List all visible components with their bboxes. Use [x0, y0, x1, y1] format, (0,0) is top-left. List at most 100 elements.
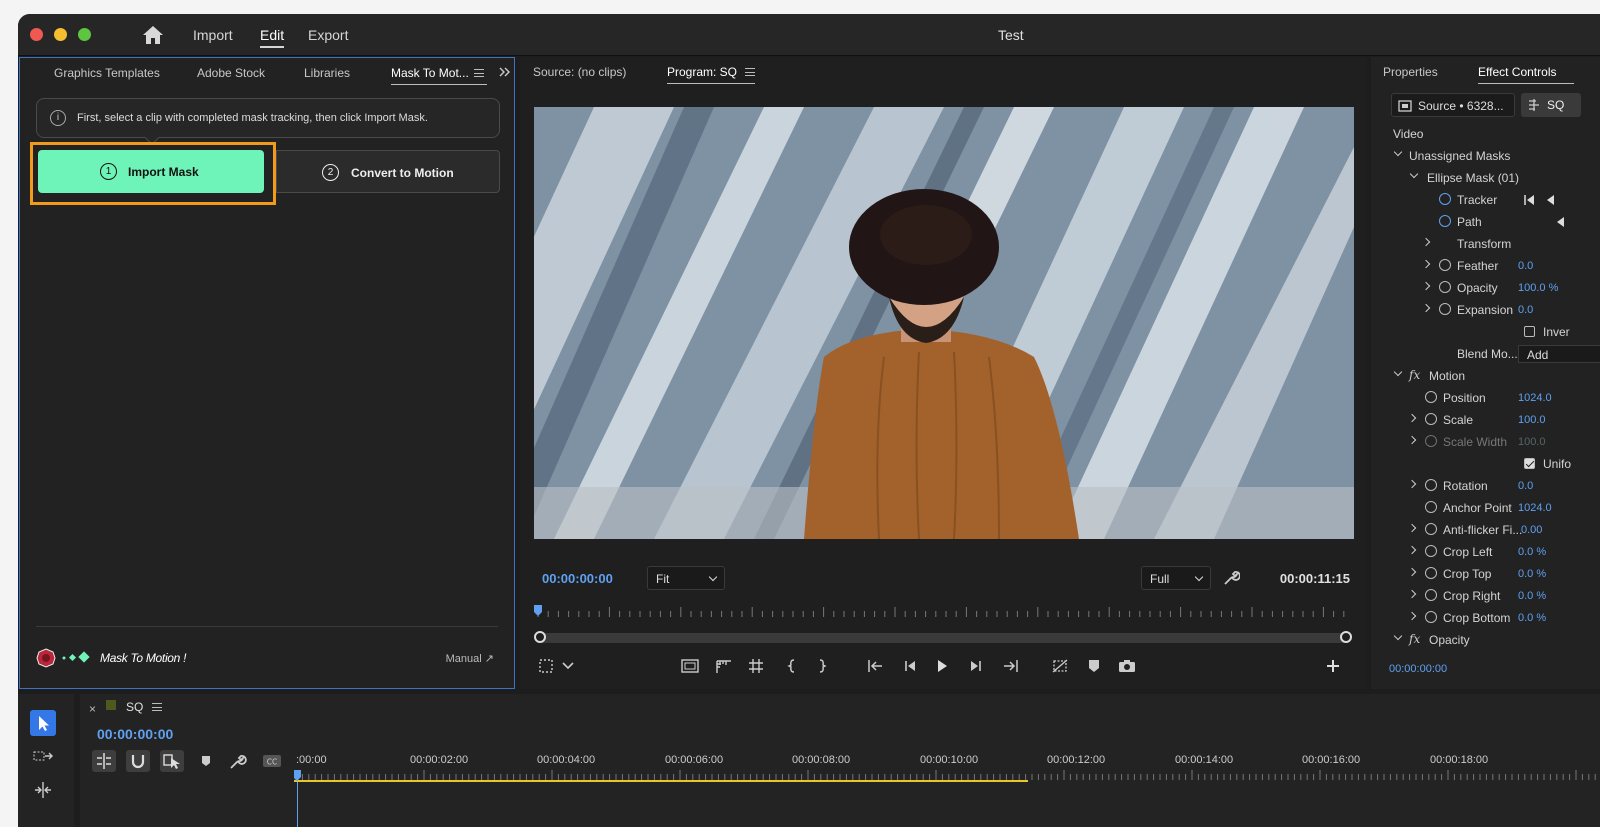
uniform-scale-checkbox[interactable] — [1524, 458, 1535, 469]
feather-value[interactable]: 0.0 — [1518, 260, 1533, 272]
stopwatch-icon[interactable] — [1425, 520, 1437, 535]
twirl-down-icon[interactable] — [1393, 367, 1403, 377]
close-sequence-button[interactable]: × — [89, 702, 96, 716]
tab-graphics-templates[interactable]: Graphics Templates — [54, 66, 160, 80]
anti-flicker-value[interactable]: 0.00 — [1521, 524, 1542, 536]
expansion-value[interactable]: 0.0 — [1518, 304, 1533, 316]
twirl-right-icon[interactable] — [1421, 303, 1431, 313]
wrench-icon[interactable] — [1222, 569, 1240, 587]
tab-libraries[interactable]: Libraries — [304, 66, 350, 80]
timeline-timecode[interactable]: 00:00:00:00 — [97, 726, 173, 742]
stopwatch-icon[interactable] — [1425, 542, 1437, 557]
tab-source-monitor[interactable]: Source: (no clips) — [533, 65, 626, 79]
inverted-row[interactable]: Inver — [1371, 321, 1600, 343]
snap-icon[interactable] — [126, 750, 150, 772]
track-backward-icon[interactable] — [1553, 215, 1567, 229]
track-backward-icon[interactable] — [1523, 193, 1563, 207]
tab-properties[interactable]: Properties — [1383, 65, 1438, 79]
crop-bottom-value[interactable]: 0.0 % — [1518, 612, 1546, 624]
mark-out-icon[interactable] — [812, 657, 832, 675]
lift-icon[interactable] — [1050, 657, 1070, 675]
add-marker-icon[interactable] — [194, 750, 218, 772]
opacity-effect-row[interactable]: fx Opacity — [1371, 629, 1600, 651]
zoom-select[interactable]: Fit — [647, 566, 725, 590]
position-row[interactable]: Position 1024.0 — [1371, 387, 1600, 409]
twirl-right-icon[interactable] — [1407, 589, 1417, 599]
rotation-row[interactable]: Rotation 0.0 — [1371, 475, 1600, 497]
tab-program-monitor[interactable]: Program: SQ — [667, 65, 756, 84]
crop-right-row[interactable]: Crop Right 0.0 % — [1371, 585, 1600, 607]
sequence-selector[interactable]: SQ — [1521, 93, 1581, 117]
blend-mode-select[interactable]: Add — [1518, 345, 1600, 363]
program-menu-icon[interactable] — [745, 68, 755, 76]
grid-icon[interactable] — [746, 657, 766, 675]
zoom-window-button[interactable] — [78, 28, 91, 41]
mark-in-icon[interactable] — [782, 657, 802, 675]
twirl-right-icon[interactable] — [1407, 611, 1417, 621]
linked-selection-icon[interactable] — [160, 750, 184, 772]
go-to-in-icon[interactable] — [866, 657, 886, 675]
resolution-select[interactable]: Full — [1141, 566, 1211, 590]
stopwatch-icon[interactable] — [1425, 586, 1437, 601]
crop-top-value[interactable]: 0.0 % — [1518, 568, 1546, 580]
close-window-button[interactable] — [30, 28, 43, 41]
workspace-tab-import[interactable]: Import — [193, 27, 233, 43]
stopwatch-icon[interactable] — [1425, 476, 1437, 491]
feather-row[interactable]: Feather 0.0 — [1371, 255, 1600, 277]
crop-left-row[interactable]: Crop Left 0.0 % — [1371, 541, 1600, 563]
program-current-timecode[interactable]: 00:00:00:00 — [542, 571, 613, 586]
go-to-out-icon[interactable] — [1000, 657, 1020, 675]
workspace-tab-export[interactable]: Export — [308, 27, 348, 43]
panel-menu-icon[interactable] — [474, 69, 484, 77]
mask-opacity-value[interactable]: 100.0 % — [1518, 282, 1558, 294]
add-button-icon[interactable] — [1323, 657, 1343, 675]
inverted-checkbox[interactable] — [1524, 326, 1535, 337]
chevron-down-icon[interactable] — [558, 657, 578, 675]
stopwatch-icon[interactable] — [1439, 300, 1451, 315]
convert-to-motion-button[interactable]: 2 Convert to Motion — [276, 150, 500, 193]
stopwatch-icon[interactable] — [1439, 190, 1451, 205]
twirl-right-icon[interactable] — [1407, 479, 1417, 489]
tab-mask-to-motion[interactable]: Mask To Mot... — [391, 66, 487, 85]
manual-link[interactable]: Manual ↗ — [446, 652, 494, 665]
timeline-settings-wrench-icon[interactable] — [226, 750, 250, 772]
twirl-right-icon[interactable] — [1421, 259, 1431, 269]
crop-bottom-row[interactable]: Crop Bottom 0.0 % — [1371, 607, 1600, 629]
crop-right-value[interactable]: 0.0 % — [1518, 590, 1546, 602]
sequence-tab[interactable]: SQ — [126, 700, 143, 714]
blend-mode-row[interactable]: Blend Mo... Add — [1371, 343, 1600, 365]
scale-value[interactable]: 100.0 — [1518, 414, 1546, 426]
import-mask-button[interactable]: 1 Import Mask — [38, 150, 264, 193]
stopwatch-icon[interactable] — [1439, 278, 1451, 293]
transform-row[interactable]: Transform — [1371, 233, 1600, 255]
scale-row[interactable]: Scale 100.0 — [1371, 409, 1600, 431]
unassigned-masks-row[interactable]: Unassigned Masks — [1371, 145, 1600, 167]
track-select-tool-icon[interactable] — [32, 748, 54, 768]
marker-icon[interactable] — [1084, 657, 1104, 675]
twirl-down-icon[interactable] — [1393, 147, 1403, 157]
twirl-down-icon[interactable] — [1409, 169, 1419, 179]
ruler-icon[interactable] — [714, 657, 734, 675]
anchor-point-value[interactable]: 1024.0 — [1518, 502, 1552, 514]
crop-top-row[interactable]: Crop Top 0.0 % — [1371, 563, 1600, 585]
zoom-scrollbar[interactable] — [534, 631, 1352, 643]
path-row[interactable]: Path — [1371, 211, 1600, 233]
timeline-ruler[interactable] — [294, 770, 1600, 782]
program-time-ruler[interactable] — [534, 605, 1354, 619]
source-clip-selector[interactable]: Source • 6328... — [1391, 93, 1515, 117]
twirl-right-icon[interactable] — [1407, 567, 1417, 577]
stopwatch-icon[interactable] — [1425, 388, 1437, 403]
ripple-edit-tool-icon[interactable] — [32, 780, 54, 800]
anti-flicker-row[interactable]: Anti-flicker Fi... 0.00 — [1371, 519, 1600, 541]
anchor-point-row[interactable]: Anchor Point 1024.0 — [1371, 497, 1600, 519]
rotation-value[interactable]: 0.0 — [1518, 480, 1533, 492]
effect-controls-timecode[interactable]: 00:00:00:00 — [1389, 663, 1447, 675]
step-forward-icon[interactable] — [966, 657, 986, 675]
play-icon[interactable] — [932, 657, 952, 675]
ellipse-mask-row[interactable]: Ellipse Mask (01) — [1371, 167, 1600, 189]
safe-margins-icon[interactable] — [680, 657, 700, 675]
stopwatch-icon[interactable] — [1425, 498, 1437, 513]
twirl-right-icon[interactable] — [1421, 281, 1431, 291]
stopwatch-icon[interactable] — [1439, 256, 1451, 271]
home-icon[interactable] — [142, 25, 164, 45]
